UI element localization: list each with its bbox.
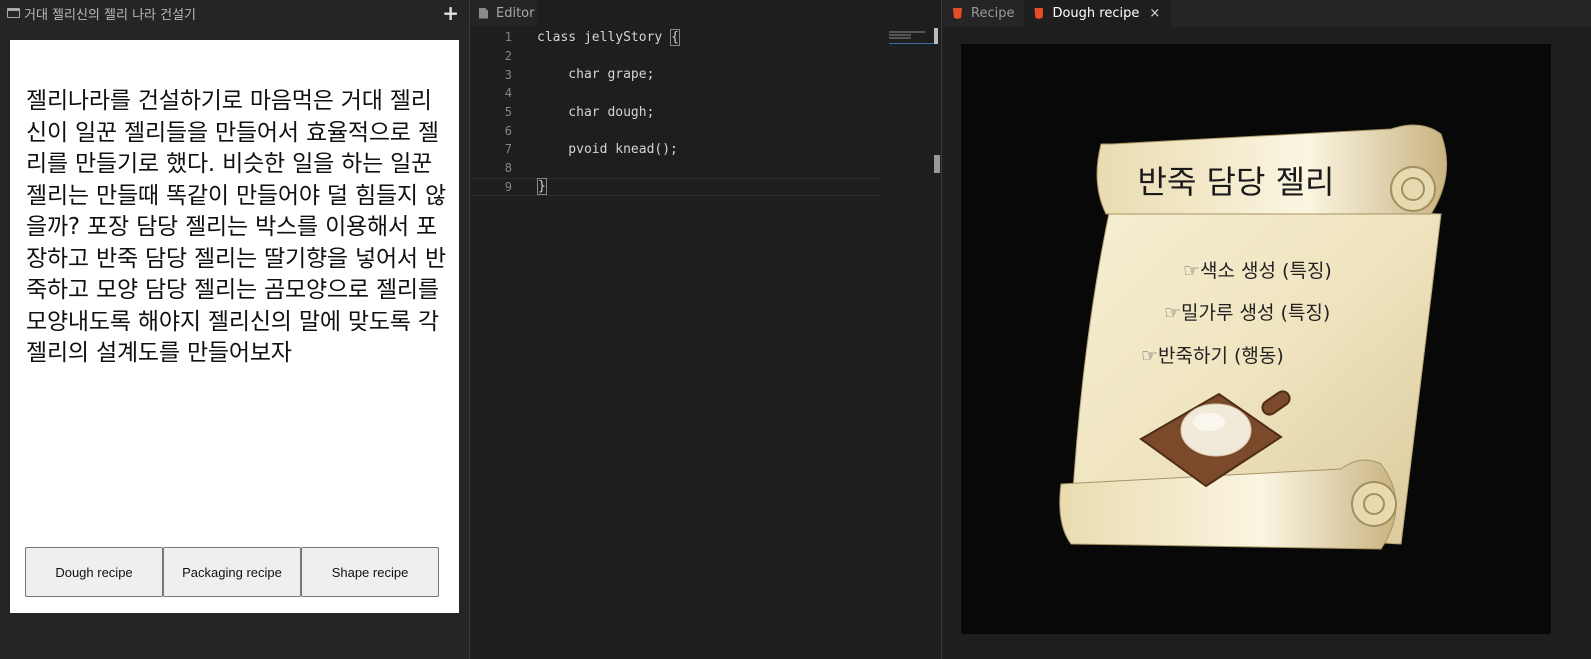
code-line: 6 bbox=[471, 121, 881, 140]
line-number: 7 bbox=[504, 142, 512, 157]
feature-text: 밀가루 생성 (특징) bbox=[1181, 302, 1331, 324]
line-number: 5 bbox=[504, 105, 512, 120]
close-brace: } bbox=[537, 178, 547, 196]
code-area[interactable]: 1 class jellyStory { 2 3 char grape; 4 5… bbox=[471, 28, 881, 197]
pointing-hand-icon: ☞ bbox=[1164, 302, 1182, 324]
scroll-title: 반죽 담당 젤리 bbox=[1137, 163, 1335, 201]
minimap-line bbox=[889, 31, 925, 33]
feature-item: ☞반죽하기 (행동) bbox=[1141, 341, 1284, 368]
recipe-preview: 반죽 담당 젤리 ☞색소 생성 (특징) ☞밀가루 생성 (특징) ☞반죽하기 … bbox=[961, 44, 1551, 634]
code-text: char grape; bbox=[537, 67, 655, 83]
feature-text: 색소 생성 (특징) bbox=[1200, 260, 1332, 282]
minimap-line bbox=[889, 34, 911, 36]
open-brace: { bbox=[670, 28, 680, 46]
tab-dough-recipe[interactable]: Dough recipe × bbox=[1024, 0, 1171, 27]
code-text: char dough; bbox=[537, 104, 655, 120]
line-number: 3 bbox=[504, 67, 512, 82]
preview-panel: Recipe Dough recipe × 반죽 담당 젤리 ☞색소 생성 (특… bbox=[943, 0, 1591, 659]
scrollbar-marker[interactable] bbox=[934, 155, 940, 173]
app-window: 거대 젤리신의 젤리 나라 건설기 + 젤리나라를 건설하기로 마음먹은 거대 … bbox=[0, 0, 1591, 659]
story-panel: 거대 젤리신의 젤리 나라 건설기 + 젤리나라를 건설하기로 마음먹은 거대 … bbox=[0, 0, 470, 659]
plus-icon[interactable]: + bbox=[442, 2, 459, 24]
story-text: 젤리나라를 건설하기로 마음먹은 거대 젤리신이 일꾼 젤리들을 만들어서 효율… bbox=[26, 88, 446, 366]
code-line: 4 bbox=[471, 84, 881, 103]
code-text: class jellyStory bbox=[537, 29, 671, 45]
story-panel-header: 거대 젤리신의 젤리 나라 건설기 bbox=[0, 0, 469, 26]
code-line: 3 char grape; bbox=[471, 65, 881, 84]
pointing-hand-icon: ☞ bbox=[1141, 345, 1159, 367]
line-number: 9 bbox=[504, 179, 512, 194]
scrollbar-thumb[interactable] bbox=[934, 28, 938, 44]
code-line: 7 pvoid knead(); bbox=[471, 140, 881, 159]
feature-text: 반죽하기 (행동) bbox=[1158, 345, 1284, 367]
tab-label: Recipe bbox=[971, 6, 1015, 21]
dough-recipe-button[interactable]: Dough recipe bbox=[25, 547, 163, 597]
code-line: 2 bbox=[471, 47, 881, 66]
story-title: 거대 젤리신의 젤리 나라 건설기 bbox=[24, 7, 197, 23]
line-number: 8 bbox=[504, 161, 512, 176]
minimap[interactable] bbox=[889, 30, 935, 44]
preview-tab-bar: Recipe Dough recipe × bbox=[943, 0, 1591, 27]
line-number: 4 bbox=[504, 86, 512, 101]
code-line: 5 char dough; bbox=[471, 103, 881, 122]
tab-label: Dough recipe bbox=[1052, 6, 1140, 21]
story-card: 젤리나라를 건설하기로 마음먹은 거대 젤리신이 일꾼 젤리들을 만들어서 효율… bbox=[10, 40, 459, 613]
feature-item: ☞색소 생성 (특징) bbox=[1183, 256, 1332, 283]
line-number: 2 bbox=[504, 49, 512, 64]
tab-recipe[interactable]: Recipe bbox=[943, 0, 1024, 27]
tab-editor[interactable]: Editor bbox=[471, 0, 537, 26]
pointing-hand-icon: ☞ bbox=[1183, 260, 1201, 282]
html5-icon bbox=[1034, 8, 1044, 19]
code-editor-panel: Editor 1 class jellyStory { 2 3 char gra… bbox=[471, 0, 942, 659]
line-number: 1 bbox=[504, 30, 512, 45]
window-icon bbox=[7, 8, 20, 18]
line-number: 6 bbox=[504, 123, 512, 138]
packaging-recipe-button[interactable]: Packaging recipe bbox=[163, 547, 301, 597]
shape-recipe-button[interactable]: Shape recipe bbox=[301, 547, 439, 597]
code-line: 8 bbox=[471, 159, 881, 178]
html5-icon bbox=[953, 8, 962, 19]
current-code-line: 9 } bbox=[471, 177, 881, 197]
close-icon[interactable]: × bbox=[1149, 6, 1160, 21]
code-text: pvoid knead(); bbox=[537, 141, 678, 157]
feature-item: ☞밀가루 생성 (특징) bbox=[1164, 298, 1330, 325]
minimap-line bbox=[889, 37, 911, 39]
code-line: 1 class jellyStory { bbox=[471, 28, 881, 47]
recipe-button-row: Dough recipe Packaging recipe Shape reci… bbox=[25, 547, 439, 597]
editor-tab-label: Editor bbox=[496, 5, 535, 21]
file-icon bbox=[479, 7, 488, 19]
parchment-scroll-image bbox=[1059, 124, 1448, 550]
